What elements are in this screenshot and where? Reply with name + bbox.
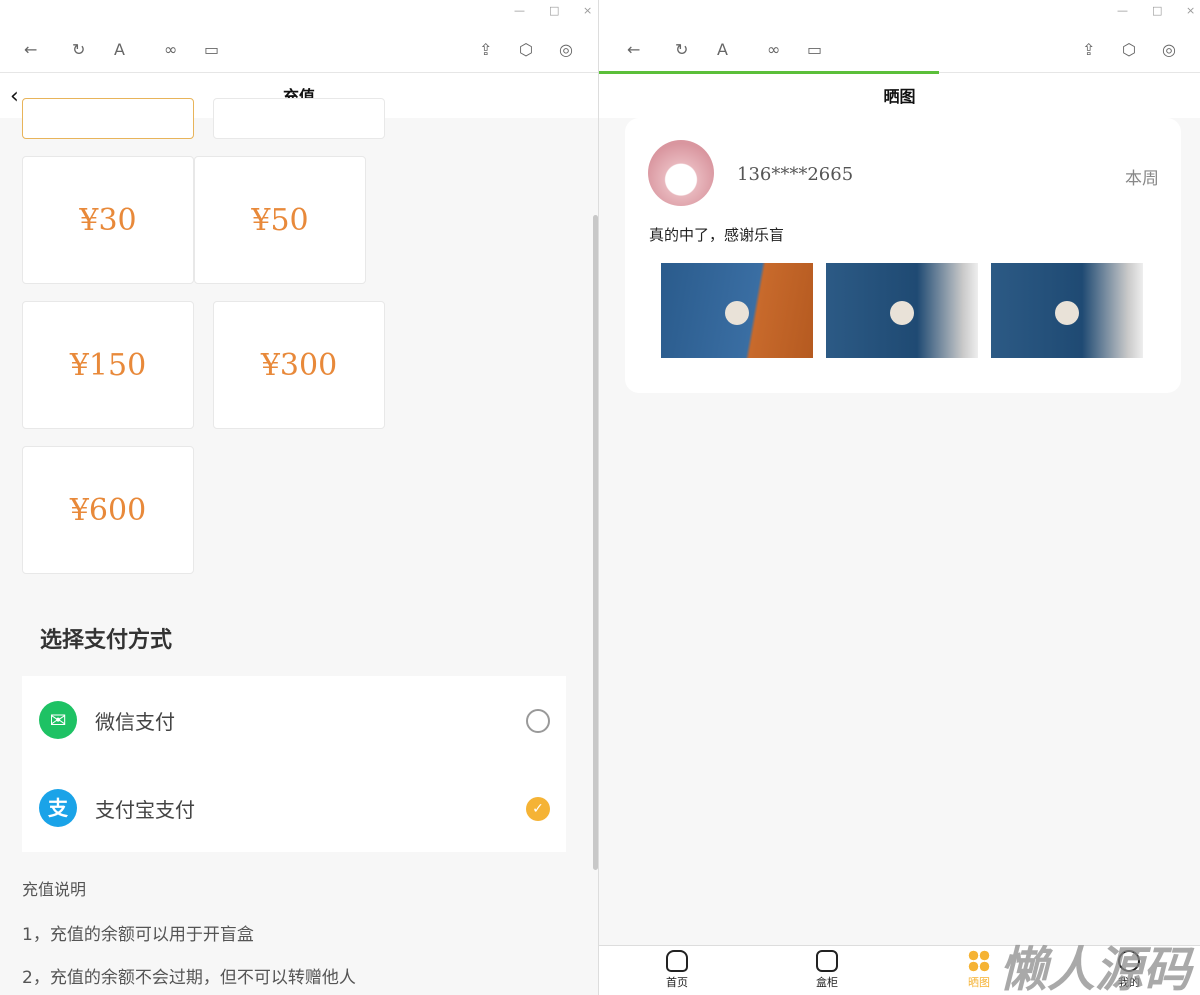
loading-progress bbox=[599, 71, 939, 74]
minimize-button[interactable]: — bbox=[1117, 4, 1128, 17]
recharge-window: — □ × ← ↻ A ∞ ▭ ⇪ ⬡ ◎ ‹ 充值 ¥30 ¥50 ¥150 … bbox=[0, 0, 598, 995]
share-window: — □ × ← ↻ A ∞ ▭ ⇪ ⬡ ◎ 晒图 136****2665 本周 … bbox=[598, 0, 1200, 995]
amount-card[interactable]: ¥50 bbox=[194, 156, 366, 284]
cube-icon[interactable]: ⬡ bbox=[1122, 40, 1136, 59]
payment-title: 选择支付方式 bbox=[40, 628, 173, 653]
tab-cabinet[interactable]: 盒柜 bbox=[797, 950, 857, 990]
cube-icon[interactable]: ⬡ bbox=[519, 40, 533, 59]
amount-card[interactable]: ¥300 bbox=[213, 301, 385, 429]
payment-label: 支付宝支付 bbox=[95, 798, 195, 822]
post-image[interactable] bbox=[826, 263, 978, 358]
note-item: 2，充值的余额不会过期，但不可以转赠他人 bbox=[22, 968, 356, 988]
share-content: 136****2665 本周 真的中了，感谢乐盲 bbox=[599, 118, 1200, 945]
note-item: 1，充值的余额可以用于开盲盒 bbox=[22, 925, 254, 945]
notes-title: 充值说明 bbox=[22, 880, 87, 899]
back-arrow-icon[interactable]: ← bbox=[24, 40, 37, 59]
tab-label: 盒柜 bbox=[816, 976, 838, 989]
apple-logo-icon bbox=[725, 301, 749, 325]
close-button[interactable]: × bbox=[583, 4, 592, 17]
post-image[interactable] bbox=[661, 263, 813, 358]
watermark: 懒人源码 bbox=[999, 942, 1192, 995]
radio-checked-icon[interactable]: ✓ bbox=[526, 797, 550, 821]
share-icon[interactable]: ⇪ bbox=[1082, 40, 1095, 59]
toolbar: ← ↻ A ∞ ▭ ⇪ ⬡ ◎ bbox=[599, 40, 1200, 66]
alipay-icon: 支 bbox=[39, 789, 77, 827]
window-icon[interactable]: ▭ bbox=[204, 40, 219, 59]
radio-unchecked[interactable] bbox=[526, 709, 550, 733]
payment-methods: ✉ 微信支付 支 支付宝支付 ✓ bbox=[22, 676, 566, 852]
post-text: 真的中了，感谢乐盲 bbox=[649, 226, 785, 244]
tab-label: 首页 bbox=[666, 976, 688, 989]
font-icon[interactable]: A bbox=[717, 40, 728, 59]
user-name: 136****2665 bbox=[737, 164, 854, 185]
post-time: 本周 bbox=[1125, 169, 1159, 189]
payment-label: 微信支付 bbox=[95, 710, 175, 734]
recharge-content: ¥30 ¥50 ¥150 ¥300 ¥600 选择支付方式 ✉ 微信支付 支 支… bbox=[0, 98, 598, 995]
minimize-button[interactable]: — bbox=[514, 4, 525, 17]
grid-icon bbox=[968, 950, 990, 972]
close-button[interactable]: × bbox=[1186, 4, 1195, 17]
refresh-icon[interactable]: ↻ bbox=[72, 40, 85, 59]
cabinet-icon bbox=[816, 950, 838, 972]
post-card[interactable]: 136****2665 本周 真的中了，感谢乐盲 bbox=[625, 118, 1181, 393]
avatar[interactable] bbox=[648, 140, 714, 206]
maximize-button[interactable]: □ bbox=[549, 4, 559, 17]
toolbar: ← ↻ A ∞ ▭ ⇪ ⬡ ◎ bbox=[0, 40, 598, 66]
refresh-icon[interactable]: ↻ bbox=[675, 40, 688, 59]
back-arrow-icon[interactable]: ← bbox=[627, 40, 640, 59]
amount-card[interactable]: ¥30 bbox=[22, 156, 194, 284]
page-header: 晒图 bbox=[599, 72, 1200, 118]
back-icon[interactable]: ‹ bbox=[10, 73, 19, 121]
amount-card[interactable]: ¥150 bbox=[22, 301, 194, 429]
page-title: 晒图 bbox=[883, 87, 916, 106]
share-icon[interactable]: ⇪ bbox=[479, 40, 492, 59]
apple-logo-icon bbox=[890, 301, 914, 325]
payment-wechat[interactable]: ✉ 微信支付 bbox=[22, 676, 566, 764]
window-icon[interactable]: ▭ bbox=[807, 40, 822, 59]
link-icon[interactable]: ∞ bbox=[767, 40, 780, 59]
tab-home[interactable]: 首页 bbox=[647, 950, 707, 990]
target-icon[interactable]: ◎ bbox=[559, 40, 573, 59]
amount-card[interactable] bbox=[213, 98, 385, 139]
wechat-icon: ✉ bbox=[39, 701, 77, 739]
home-icon bbox=[666, 950, 688, 972]
link-icon[interactable]: ∞ bbox=[164, 40, 177, 59]
tab-label: 晒图 bbox=[968, 976, 990, 989]
target-icon[interactable]: ◎ bbox=[1162, 40, 1176, 59]
amount-card[interactable]: ¥600 bbox=[22, 446, 194, 574]
post-image[interactable] bbox=[991, 263, 1143, 358]
maximize-button[interactable]: □ bbox=[1152, 4, 1162, 17]
payment-alipay[interactable]: 支 支付宝支付 ✓ bbox=[22, 764, 566, 852]
amount-card-selected[interactable] bbox=[22, 98, 194, 139]
font-icon[interactable]: A bbox=[114, 40, 125, 59]
apple-logo-icon bbox=[1055, 301, 1079, 325]
